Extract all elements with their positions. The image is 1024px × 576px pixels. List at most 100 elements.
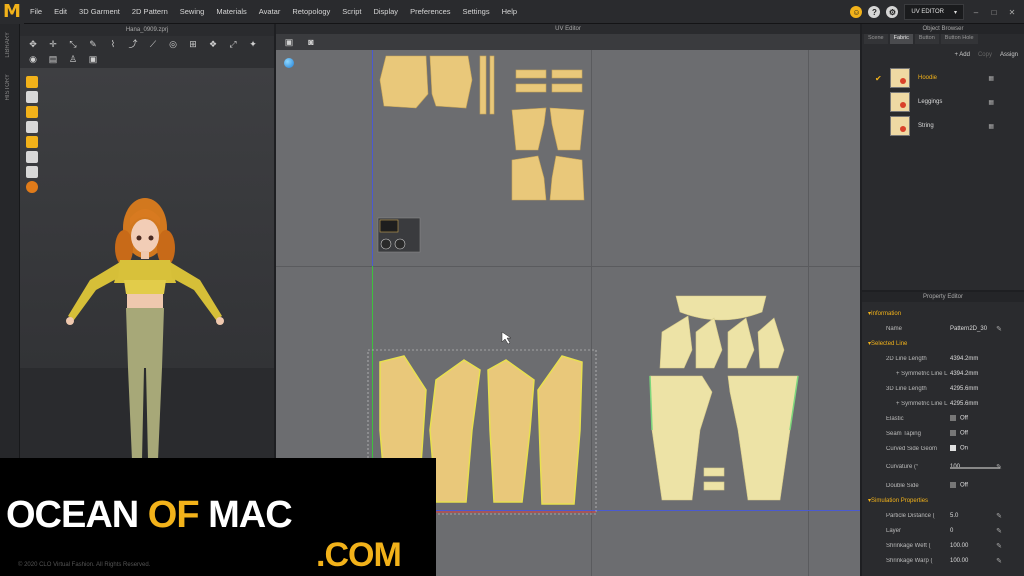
minimize-button[interactable]: – xyxy=(970,8,982,17)
property-checkbox[interactable] xyxy=(950,445,956,452)
tab-button[interactable]: Button xyxy=(914,34,939,44)
fabric-options-icon[interactable]: ▦ xyxy=(988,75,994,82)
edit-icon[interactable]: ✎ xyxy=(996,542,1002,550)
texture-icon[interactable] xyxy=(26,106,38,118)
property-label: Curved Side Geom xyxy=(886,445,938,452)
maximize-button[interactable]: □ xyxy=(988,8,1000,17)
library-tab[interactable]: LIBRARY xyxy=(5,32,11,58)
menu-item-settings[interactable]: Settings xyxy=(457,7,496,16)
add-fabric-button[interactable]: + Add xyxy=(954,52,970,66)
property-value[interactable]: On xyxy=(950,445,968,452)
fabric-item[interactable]: String ▦ xyxy=(862,114,1024,138)
avatar-icon[interactable] xyxy=(26,121,38,133)
section-label: Information xyxy=(871,310,902,317)
watermark-part-mac: MAC xyxy=(198,494,293,536)
property-value[interactable]: Pattern2D_30 xyxy=(950,326,987,332)
move-tool-icon[interactable]: ✛ xyxy=(46,38,60,50)
property-label: Elastic xyxy=(886,415,904,422)
property-value[interactable]: 100.00 xyxy=(950,558,968,564)
tape-tool-icon[interactable]: ◎ xyxy=(166,38,180,50)
person-icon[interactable] xyxy=(26,166,38,178)
tab-scene[interactable]: Scene xyxy=(864,34,888,44)
property-checkbox[interactable] xyxy=(950,430,956,437)
property-label: + Symmetric Line L xyxy=(896,400,948,407)
menu-item-3d-garment[interactable]: 3D Garment xyxy=(73,7,126,16)
property-value[interactable]: 5.0 xyxy=(950,513,958,519)
mode-dropdown[interactable]: UV EDITOR ▾ xyxy=(904,4,964,20)
lock-tool-icon[interactable]: ▣ xyxy=(86,53,100,65)
app-logo: M xyxy=(0,0,24,24)
property-section-header[interactable]: ▾ Information xyxy=(862,306,1024,321)
menu-item-help[interactable]: Help xyxy=(496,7,523,16)
property-section-header[interactable]: ▾ Selected Line xyxy=(862,336,1024,351)
sew-tool-icon[interactable]: ⤢ xyxy=(226,38,240,50)
fabric-icon[interactable] xyxy=(26,136,38,148)
property-checkbox[interactable] xyxy=(950,482,956,489)
help-icon[interactable]: ? xyxy=(868,6,881,18)
assign-fabric-button[interactable]: Assign xyxy=(1000,52,1018,66)
zipper-tool-icon[interactable]: ▤ xyxy=(46,53,60,65)
select-tool-icon[interactable]: ✥ xyxy=(26,38,40,50)
property-section-header[interactable]: ▾ Simulation Properties xyxy=(862,493,1024,508)
chevron-down-icon: ▾ xyxy=(953,9,957,16)
property-value[interactable]: 100.00 xyxy=(950,543,968,549)
property-value[interactable]: 4394.2mm xyxy=(950,356,978,362)
fold-tool-icon[interactable]: ⤴ xyxy=(126,38,140,50)
fabric-options-icon[interactable]: ▦ xyxy=(988,99,994,106)
property-value[interactable]: 4394.2mm xyxy=(950,371,978,377)
fabric-item[interactable]: Leggings ▦ xyxy=(862,90,1024,114)
measure-tool-icon[interactable]: ⟋ xyxy=(146,38,160,50)
property-checkbox[interactable] xyxy=(950,415,956,422)
menu-item-sewing[interactable]: Sewing xyxy=(174,7,211,16)
segment-tool-icon[interactable]: ⌇ xyxy=(106,38,120,50)
measure-icon[interactable] xyxy=(26,151,38,163)
property-value[interactable]: Off xyxy=(950,430,968,437)
3d-viewport[interactable] xyxy=(20,68,274,468)
camera-icon[interactable]: ▣ xyxy=(282,36,296,48)
edit-icon[interactable]: ✎ xyxy=(996,325,1002,333)
menu-item-materials[interactable]: Materials xyxy=(210,7,252,16)
button-tool-icon[interactable]: ◉ xyxy=(26,53,40,65)
edit-icon[interactable]: ✎ xyxy=(996,512,1002,520)
section-label: Selected Line xyxy=(871,340,908,347)
menu-item-display[interactable]: Display xyxy=(367,7,404,16)
fabric-options-icon[interactable]: ▦ xyxy=(988,123,994,130)
property-value[interactable]: 4295.6mm xyxy=(950,401,978,407)
property-value[interactable]: Off xyxy=(950,415,968,422)
property-label: Name xyxy=(886,325,903,332)
tab-button-hole[interactable]: Button Hole xyxy=(940,34,978,44)
property-value[interactable]: 4295.6mm xyxy=(950,386,978,392)
brush-tool-icon[interactable]: ❖ xyxy=(206,38,220,50)
snapshot-icon[interactable]: ◙ xyxy=(304,36,318,48)
fabric-item[interactable]: ✔ Hoodie ▦ xyxy=(862,66,1024,90)
edit-icon[interactable]: ✎ xyxy=(996,557,1002,565)
edit-icon[interactable]: ✎ xyxy=(996,527,1002,535)
menu-item-2d-pattern[interactable]: 2D Pattern xyxy=(126,7,174,16)
menu-bar: M File Edit 3D Garment 2D Pattern Sewing Mate… xyxy=(0,0,1024,24)
pin-tool-icon[interactable]: ✎ xyxy=(86,38,100,50)
share-icon[interactable]: ⚙ xyxy=(886,6,899,18)
curvature-slider[interactable] xyxy=(950,467,1000,469)
menu-item-avatar[interactable]: Avatar xyxy=(253,7,287,16)
menu-item-retopology[interactable]: Retopology xyxy=(286,7,336,16)
menu-item-script[interactable]: Script xyxy=(336,7,367,16)
close-button[interactable]: ✕ xyxy=(1006,8,1018,17)
history-tab[interactable]: HISTORY xyxy=(5,74,11,100)
copy-fabric-button[interactable]: Copy xyxy=(978,52,992,66)
menu-item-edit[interactable]: Edit xyxy=(48,7,73,16)
menu-item-preferences[interactable]: Preferences xyxy=(404,7,456,16)
menu-item-file[interactable]: File xyxy=(24,7,48,16)
render-icon[interactable] xyxy=(26,76,38,88)
stitch-tool-icon[interactable]: ✦ xyxy=(246,38,260,50)
avatar-figure[interactable] xyxy=(20,68,274,468)
garment-icon[interactable] xyxy=(26,91,38,103)
transform-tool-icon[interactable]: ⤡ xyxy=(66,38,80,50)
flatten-tool-icon[interactable]: ⊞ xyxy=(186,38,200,50)
edit-icon[interactable]: ✎ xyxy=(996,463,1002,471)
property-value[interactable]: 0 xyxy=(950,528,953,534)
avatar-tool-icon[interactable]: ♙ xyxy=(66,53,80,65)
notification-icon[interactable]: ☺ xyxy=(850,6,863,18)
tab-fabric[interactable]: Fabric xyxy=(889,34,913,44)
sphere-icon[interactable] xyxy=(26,181,38,193)
property-value[interactable]: Off xyxy=(950,482,968,489)
